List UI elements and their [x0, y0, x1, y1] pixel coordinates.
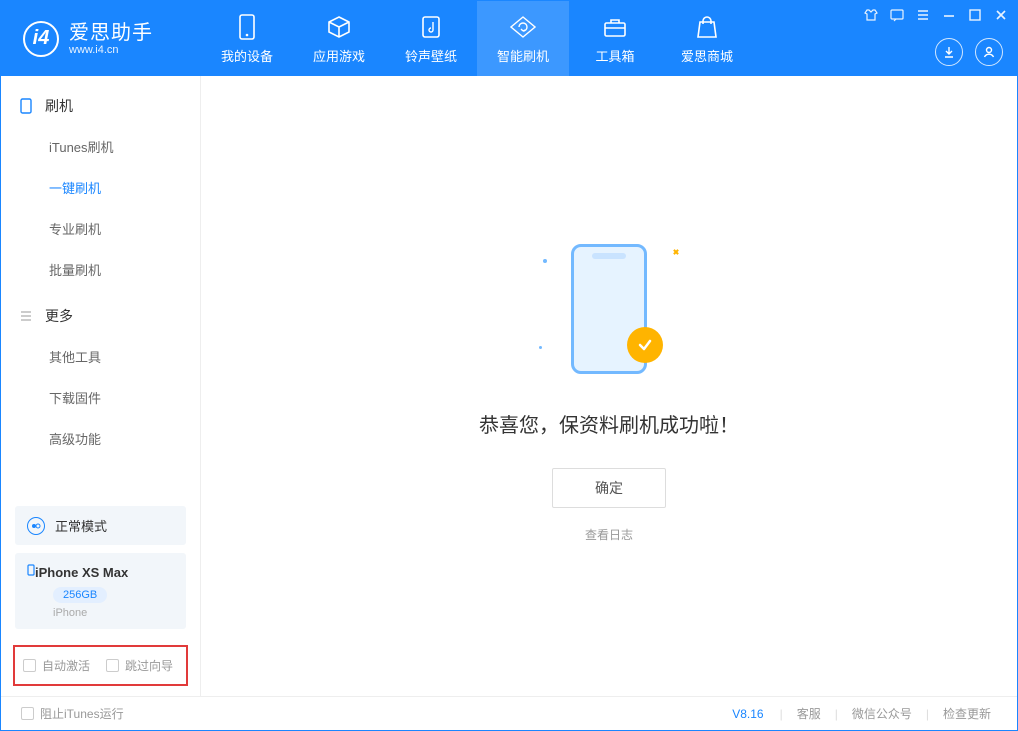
checkbox-box-icon: [21, 707, 34, 720]
menu-icon[interactable]: [915, 7, 931, 23]
ok-button[interactable]: 确定: [552, 468, 666, 508]
sidebar: 刷机 iTunes刷机 一键刷机 专业刷机 批量刷机 更多 其他工具 下载固件 …: [1, 76, 201, 696]
phone-icon: [19, 98, 35, 114]
footer-link-wechat[interactable]: 微信公众号: [846, 705, 918, 722]
nav-tab-label: 铃声壁纸: [405, 46, 457, 65]
checkbox-label: 阻止iTunes运行: [40, 705, 124, 722]
app-window: i4 爱思助手 www.i4.cn 我的设备 应用游戏: [0, 0, 1018, 731]
music-icon: [417, 13, 445, 41]
main-content: 恭喜您，保资料刷机成功啦！ 确定 查看日志: [201, 76, 1017, 696]
sidebar-item-batch-flash[interactable]: 批量刷机: [1, 249, 200, 290]
app-title: 爱思助手: [69, 22, 153, 44]
sparkle-icon: [543, 259, 547, 263]
toolbox-icon: [601, 13, 629, 41]
sidebar-section-more: 更多 其他工具 下载固件 高级功能: [1, 296, 200, 465]
sidebar-item-oneclick-flash[interactable]: 一键刷机: [1, 167, 200, 208]
device-icon: [233, 13, 261, 41]
download-icon[interactable]: [935, 38, 963, 66]
skin-icon[interactable]: [863, 7, 879, 23]
sidebar-header-label: 刷机: [45, 96, 73, 116]
checkbox-label: 自动激活: [42, 657, 90, 674]
list-icon: [19, 309, 35, 323]
sidebar-item-download-firmware[interactable]: 下载固件: [1, 377, 200, 418]
nav-tab-device[interactable]: 我的设备: [201, 1, 293, 76]
window-controls: [863, 7, 1009, 23]
titlebar: i4 爱思助手 www.i4.cn 我的设备 应用游戏: [1, 1, 1017, 76]
device-card[interactable]: iPhone XS Max 256GB iPhone: [15, 553, 186, 629]
nav-tab-label: 智能刷机: [497, 46, 549, 65]
logo-area: i4 爱思助手 www.i4.cn: [1, 21, 201, 57]
logo-icon: i4: [23, 21, 59, 57]
highlighted-checkbox-row: 自动激活 跳过向导: [13, 645, 188, 686]
mode-icon: [27, 517, 45, 535]
sidebar-header-label: 更多: [45, 306, 73, 326]
mode-card[interactable]: 正常模式: [15, 506, 186, 545]
nav-tab-ringtone[interactable]: 铃声壁纸: [385, 1, 477, 76]
user-icon[interactable]: [975, 38, 1003, 66]
cube-icon: [325, 13, 353, 41]
sidebar-item-other-tools[interactable]: 其他工具: [1, 336, 200, 377]
header-right-icons: [935, 38, 1003, 66]
checkbox-auto-activate[interactable]: 自动激活: [23, 657, 90, 674]
checkbox-box-icon: [106, 659, 119, 672]
minimize-icon[interactable]: [941, 7, 957, 23]
device-storage-badge: 256GB: [53, 587, 107, 603]
footer: 阻止iTunes运行 V8.16 | 客服 | 微信公众号 | 检查更新: [1, 696, 1017, 730]
view-log-link[interactable]: 查看日志: [585, 526, 633, 543]
footer-link-update[interactable]: 检查更新: [937, 705, 997, 722]
sidebar-item-itunes-flash[interactable]: iTunes刷机: [1, 126, 200, 167]
body: 刷机 iTunes刷机 一键刷机 专业刷机 批量刷机 更多 其他工具 下载固件 …: [1, 76, 1017, 696]
success-message: 恭喜您，保资料刷机成功啦！: [479, 409, 739, 438]
feedback-icon[interactable]: [889, 7, 905, 23]
success-illustration: [529, 229, 689, 389]
checkbox-skip-guide[interactable]: 跳过向导: [106, 657, 173, 674]
sparkle-icon: [672, 248, 680, 256]
app-subtitle: www.i4.cn: [69, 44, 153, 56]
close-icon[interactable]: [993, 7, 1009, 23]
footer-right: V8.16 | 客服 | 微信公众号 | 检查更新: [724, 705, 997, 722]
mode-label: 正常模式: [55, 516, 107, 535]
nav-tab-label: 应用游戏: [313, 46, 365, 65]
sidebar-header-flash: 刷机: [1, 86, 200, 126]
separator: |: [835, 707, 838, 721]
device-name: iPhone XS Max: [35, 565, 128, 580]
nav-tab-apps[interactable]: 应用游戏: [293, 1, 385, 76]
sidebar-item-pro-flash[interactable]: 专业刷机: [1, 208, 200, 249]
device-phone-icon: [27, 563, 35, 581]
separator: |: [926, 707, 929, 721]
checkbox-block-itunes[interactable]: 阻止iTunes运行: [21, 705, 124, 722]
version-label: V8.16: [724, 707, 771, 721]
separator: |: [780, 707, 783, 721]
nav-tab-label: 我的设备: [221, 46, 273, 65]
check-badge-icon: [627, 327, 663, 363]
sparkle-icon: [539, 346, 542, 349]
bag-icon: [693, 13, 721, 41]
sidebar-section-flash: 刷机 iTunes刷机 一键刷机 专业刷机 批量刷机: [1, 86, 200, 296]
nav-tab-toolbox[interactable]: 工具箱: [569, 1, 661, 76]
device-type: iPhone: [53, 607, 174, 619]
footer-link-support[interactable]: 客服: [791, 705, 827, 722]
checkbox-label: 跳过向导: [125, 657, 173, 674]
checkbox-box-icon: [23, 659, 36, 672]
nav-tab-flash[interactable]: 智能刷机: [477, 1, 569, 76]
maximize-icon[interactable]: [967, 7, 983, 23]
nav-tab-label: 爱思商城: [681, 46, 733, 65]
sidebar-header-more: 更多: [1, 296, 200, 336]
nav-tabs: 我的设备 应用游戏 铃声壁纸 智能刷机: [201, 1, 753, 76]
nav-tab-store[interactable]: 爱思商城: [661, 1, 753, 76]
refresh-icon: [509, 13, 537, 41]
sidebar-item-advanced[interactable]: 高级功能: [1, 418, 200, 459]
nav-tab-label: 工具箱: [595, 46, 634, 65]
